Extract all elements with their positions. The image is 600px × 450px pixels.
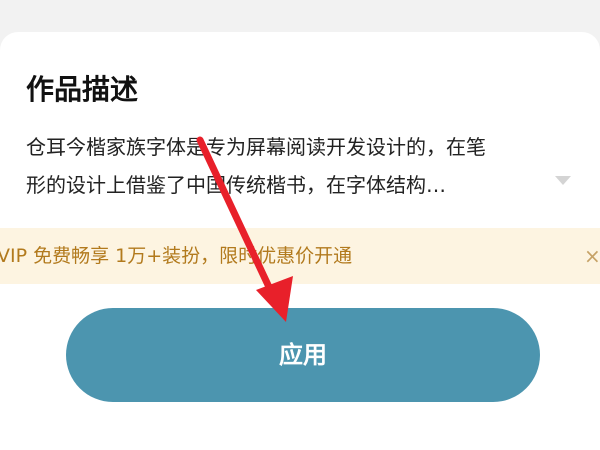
section-title: 作品描述 (26, 73, 139, 106)
close-icon[interactable]: × (584, 228, 600, 284)
description-line: 形的设计上借鉴了中国传统楷书，在字体结构… (26, 173, 446, 197)
description-line: 仓耳今楷家族字体是专为屏幕阅读开发设计的，在笔 (26, 135, 486, 159)
description-text[interactable]: 仓耳今楷家族字体是专为屏幕阅读开发设计的，在笔 形的设计上借鉴了中国传统楷书，在… (26, 128, 566, 204)
screen: 作品描述 仓耳今楷家族字体是专为屏幕阅读开发设计的，在笔 形的设计上借鉴了中国传… (0, 0, 600, 450)
chevron-down-icon[interactable] (555, 176, 571, 185)
vip-banner-text: VIP 免费畅享 1万+装扮，限时优惠价开通 (0, 245, 353, 267)
apply-button[interactable]: 应用 (66, 308, 540, 402)
vip-banner[interactable]: VIP 免费畅享 1万+装扮，限时优惠价开通 × (0, 228, 600, 284)
